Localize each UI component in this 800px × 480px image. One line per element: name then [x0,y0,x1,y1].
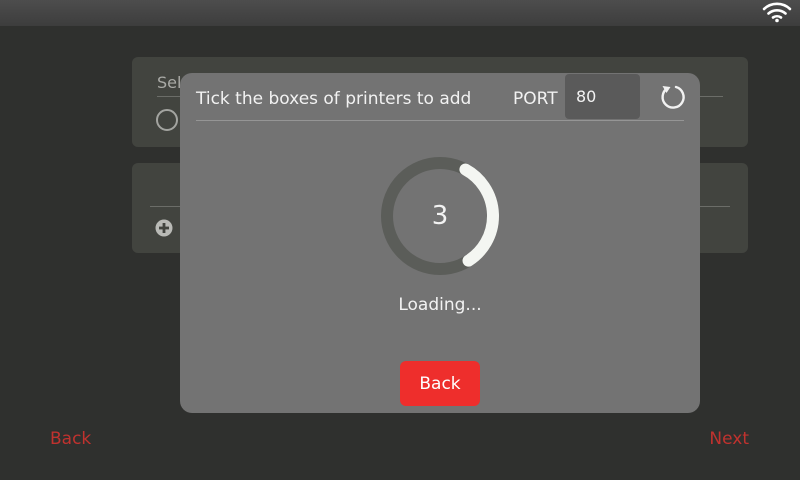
card-label: Sel [157,73,182,92]
port-input[interactable] [565,74,640,119]
back-button[interactable]: Back [400,361,480,406]
dialog-title: Tick the boxes of printers to add [196,89,472,109]
loading-text: Loading... [398,295,482,315]
dialog-divider [196,120,684,121]
countdown-number: 3 [431,201,449,231]
next-nav-link[interactable]: Next [709,429,749,449]
port-label: PORT [513,89,558,109]
wifi-icon [762,2,792,23]
status-bar [0,0,800,26]
back-nav-link[interactable]: Back [50,429,91,449]
add-printer-dialog: Tick the boxes of printers to add PORT 3… [180,73,700,413]
refresh-icon[interactable] [658,83,688,111]
plus-circle-icon[interactable] [155,219,173,237]
radio-button[interactable] [156,109,178,131]
